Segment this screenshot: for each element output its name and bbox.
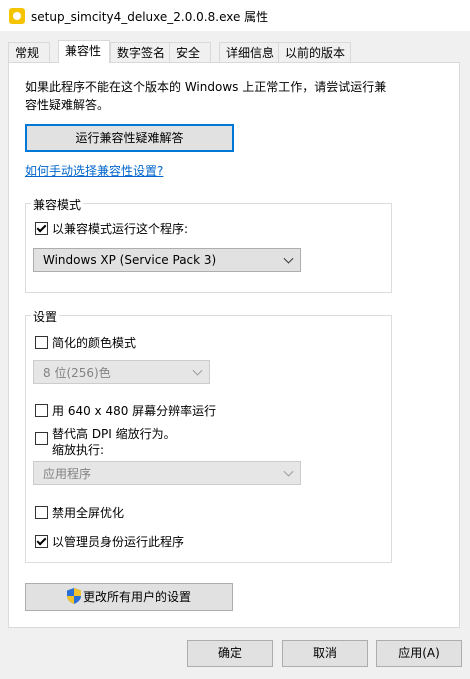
compat-mode-checkbox[interactable]: 以兼容模式运行这个程序: [35,220,188,237]
ok-button[interactable]: 确定 [187,640,273,667]
chevron-down-icon [192,365,203,376]
change-all-users-label: 更改所有用户的设置 [82,590,191,604]
os-version-value: Windows XP (Service Pack 3) [43,253,217,267]
dpi-scaling-value: 应用程序 [43,466,92,481]
reduced-color-checkbox[interactable]: 简化的颜色模式 [35,334,136,351]
dpi-scaling-select: 应用程序 [33,461,301,485]
change-all-users-button[interactable]: 更改所有用户的设置 [25,583,233,611]
chevron-down-icon [283,466,294,477]
tab-general[interactable]: 常规 [8,42,50,62]
chevron-down-icon [283,253,294,264]
fullscreen-opt-label: 禁用全屏优化 [52,506,125,520]
tab-digital-signatures[interactable]: 数字签名 [110,42,170,62]
dpi-override-check-box[interactable] [35,432,48,445]
compat-mode-checkbox-label: 以兼容模式运行这个程序: [52,222,189,236]
run-troubleshooter-button[interactable]: 运行兼容性疑难解答 [25,124,234,152]
color-depth-value: 8 位(256)色 [43,365,111,380]
dpi-override-label: 替代高 DPI 缩放行为。 缩放执行: [52,426,176,458]
run-as-admin-check-box[interactable] [35,535,48,548]
settings-legend: 设置 [31,308,60,325]
intro-text: 如果此程序不能在这个版本的 Windows 上正常工作，请尝试运行兼 容性疑难解… [25,78,405,114]
apply-button[interactable]: 应用(A) [376,640,462,667]
fullscreen-opt-checkbox[interactable]: 禁用全屏优化 [35,504,124,521]
run-as-admin-label: 以管理员身份运行此程序 [52,535,185,549]
cancel-button[interactable]: 取消 [282,640,368,667]
fullscreen-opt-check-box[interactable] [35,506,48,519]
manual-settings-link[interactable]: 如何手动选择兼容性设置? [25,162,163,179]
intro-line-2: 容性疑难解答。 [25,98,110,112]
res-640-check-box[interactable] [35,404,48,417]
uac-shield-icon [66,588,81,604]
os-version-select[interactable]: Windows XP (Service Pack 3) [33,248,301,272]
title-bar: setup_simcity4_deluxe_2.0.0.8.exe 属性 [0,0,470,31]
tab-details[interactable]: 详细信息 [219,42,279,62]
dpi-override-checkbox[interactable]: 替代高 DPI 缩放行为。 缩放执行: [35,426,176,458]
compat-mode-legend: 兼容模式 [31,196,84,213]
compat-mode-check-box[interactable] [35,222,48,235]
tab-strip: 常规 兼容性 数字签名 安全 详细信息 以前的版本 [8,40,462,63]
run-as-admin-checkbox[interactable]: 以管理员身份运行此程序 [35,533,184,550]
reduced-color-check-box[interactable] [35,336,48,349]
tab-security[interactable]: 安全 [169,42,211,62]
res-640-label: 用 640 x 480 屏幕分辨率运行 [52,404,217,418]
color-depth-select: 8 位(256)色 [33,360,210,384]
app-icon [9,8,25,24]
reduced-color-label: 简化的颜色模式 [52,336,137,350]
dpi-override-label-line2: 缩放执行: [52,443,105,457]
dpi-override-label-line1: 替代高 DPI 缩放行为。 [52,427,176,441]
tab-compatibility[interactable]: 兼容性 [58,40,110,63]
res-640-checkbox[interactable]: 用 640 x 480 屏幕分辨率运行 [35,402,216,419]
tab-previous-versions[interactable]: 以前的版本 [278,42,351,62]
window-title: setup_simcity4_deluxe_2.0.0.8.exe 属性 [31,10,269,24]
intro-line-1: 如果此程序不能在这个版本的 Windows 上正常工作，请尝试运行兼 [25,80,387,94]
